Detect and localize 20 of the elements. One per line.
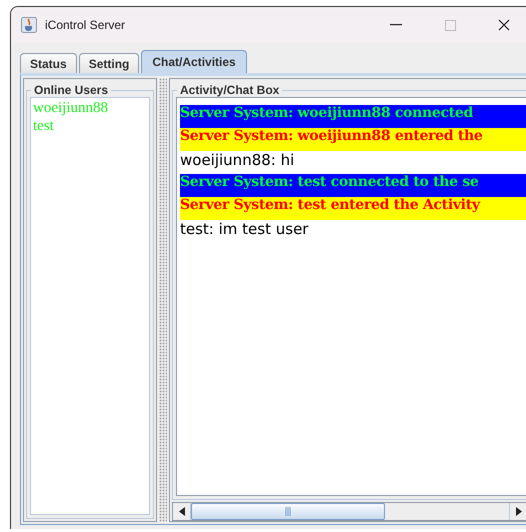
system-message: Server System: test entered the Activity bbox=[180, 197, 526, 220]
system-message: Server System: test connected to the se bbox=[180, 174, 526, 197]
group-title: Activity/Chat Box bbox=[177, 83, 282, 97]
minimize-icon bbox=[390, 24, 402, 26]
system-message: Server System: woeijiunn88 entered the bbox=[180, 128, 526, 151]
chat-message: test: im test user bbox=[180, 220, 310, 240]
scroll-left-icon[interactable] bbox=[178, 507, 184, 516]
tab[interactable]: Chat/Activities bbox=[141, 50, 247, 73]
scrollbar-thumb[interactable] bbox=[191, 503, 385, 520]
tab[interactable]: Status bbox=[20, 53, 77, 73]
horizontal-scrollbar[interactable] bbox=[172, 502, 526, 521]
close-icon bbox=[498, 19, 510, 31]
scroll-right-icon[interactable] bbox=[516, 507, 522, 516]
system-message: Server System: woeijiunn88 connected bbox=[180, 105, 526, 128]
java-cup-icon bbox=[21, 17, 37, 33]
maximize-icon bbox=[444, 20, 456, 30]
group-title: Online Users bbox=[31, 83, 112, 97]
chat-message: woeijiunn88: hi bbox=[180, 151, 296, 171]
window-title: iControl Server bbox=[45, 18, 126, 32]
tab[interactable]: Setting bbox=[78, 53, 140, 73]
